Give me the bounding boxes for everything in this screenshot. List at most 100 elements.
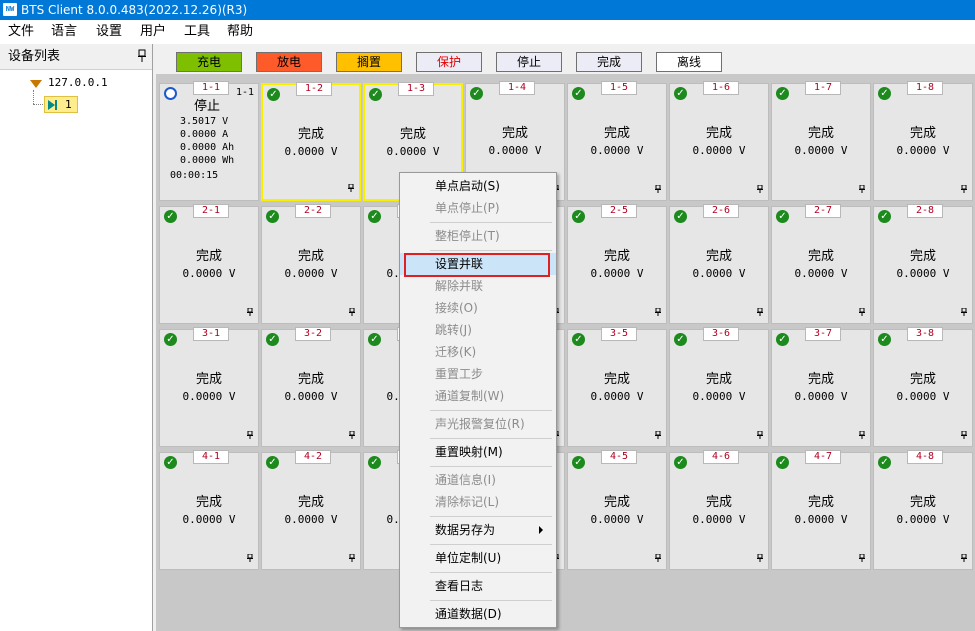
channel-cell-3-8[interactable]: 3-8 ✓ 完成 0.0000 V <box>873 327 973 447</box>
pin-icon[interactable] <box>137 49 147 63</box>
channel-cell-4-6[interactable]: 4-6 ✓ 完成 0.0000 V <box>669 450 769 570</box>
channel-label: 1-1 <box>193 81 229 95</box>
title-bar: NW BTS Client 8.0.0.483(2022.12.26)(R3) <box>0 0 975 20</box>
check-icon: ✓ <box>776 87 789 100</box>
channel-cell-2-1[interactable]: 2-1 ✓ 完成 0.0000 V <box>159 204 259 324</box>
channel-voltage: 0.0000 V <box>794 390 848 403</box>
menu-settings[interactable]: 设置 <box>96 24 122 40</box>
context-menu-item-26[interactable]: 通道数据(D) <box>400 603 556 625</box>
menu-file[interactable]: 文件 <box>8 24 34 40</box>
context-menu-item-24[interactable]: 查看日志 <box>400 575 556 597</box>
check-icon: ✓ <box>368 333 381 346</box>
channel-label: 1-6 <box>703 81 739 95</box>
channel-label: 2-2 <box>295 204 331 218</box>
channel-cell-2-6[interactable]: 2-6 ✓ 完成 0.0000 V <box>669 204 769 324</box>
channel-cell-4-2[interactable]: 4-2 ✓ 完成 0.0000 V <box>261 450 361 570</box>
channel-cell-1-8[interactable]: 1-8 ✓ 完成 0.0000 V <box>873 81 973 201</box>
channel-cell-4-1[interactable]: 4-1 ✓ 完成 0.0000 V <box>159 450 259 570</box>
pin-icon <box>757 430 763 441</box>
channel-status: 完成 <box>807 495 834 510</box>
context-menu-item-8[interactable]: 跳转(J) <box>400 319 556 341</box>
channel-cell-3-5[interactable]: 3-5 ✓ 完成 0.0000 V <box>567 327 667 447</box>
menu-help[interactable]: 帮助 <box>227 24 253 40</box>
menu-item-label: 接续(O) <box>435 301 478 315</box>
channel-cell-1-5[interactable]: 1-5 ✓ 完成 0.0000 V <box>567 81 667 201</box>
pin-icon <box>247 307 253 318</box>
tree-expand-icon[interactable] <box>30 80 42 88</box>
channel-voltage: 0.0000 V <box>284 513 338 526</box>
window-title: BTS Client 8.0.0.483(2022.12.26)(R3) <box>21 3 248 17</box>
tree-device-node[interactable]: 1 <box>44 96 78 113</box>
pin-icon <box>655 553 661 564</box>
menu-separator <box>430 438 552 439</box>
pin-icon <box>349 430 355 441</box>
channel-voltage: 0.0000 V <box>896 144 950 157</box>
context-menu-item-11[interactable]: 通道复制(W) <box>400 385 556 407</box>
menu-language[interactable]: 语言 <box>51 24 77 40</box>
channel-cell-3-2[interactable]: 3-2 ✓ 完成 0.0000 V <box>261 327 361 447</box>
channel-status: 完成 <box>807 249 834 264</box>
context-menu-item-0[interactable]: 单点启动(S) <box>400 175 556 197</box>
check-icon: ✓ <box>674 87 687 100</box>
channel-time: 00:00:15 <box>170 170 219 181</box>
context-menu-item-13[interactable]: 声光报警复位(R) <box>400 413 556 435</box>
tree-ip-node[interactable]: 127.0.0.1 <box>48 76 108 90</box>
check-icon: ✓ <box>266 456 279 469</box>
channel-cell-2-7[interactable]: 2-7 ✓ 完成 0.0000 V <box>771 204 871 324</box>
menu-item-label: 重置工步 <box>435 367 484 381</box>
channel-cell-3-6[interactable]: 3-6 ✓ 完成 0.0000 V <box>669 327 769 447</box>
channel-voltage: 0.0000 V <box>692 267 746 280</box>
context-menu-item-1[interactable]: 单点停止(P) <box>400 197 556 219</box>
context-menu-item-17[interactable]: 通道信息(I) <box>400 469 556 491</box>
menu-item-label: 数据另存为 <box>435 523 496 537</box>
channel-label: 1-5 <box>601 81 637 95</box>
context-menu-item-18[interactable]: 清除标记(L) <box>400 491 556 513</box>
channel-cell-2-2[interactable]: 2-2 ✓ 完成 0.0000 V <box>261 204 361 324</box>
menu-user[interactable]: 用户 <box>140 24 166 40</box>
context-menu-item-3[interactable]: 整柜停止(T) <box>400 225 556 247</box>
channel-cell-1-6[interactable]: 1-6 ✓ 完成 0.0000 V <box>669 81 769 201</box>
channel-cell-4-7[interactable]: 4-7 ✓ 完成 0.0000 V <box>771 450 871 570</box>
context-menu-item-15[interactable]: 重置映射(M) <box>400 441 556 463</box>
channel-label: 4-8 <box>907 450 943 464</box>
channel-voltage: 0.0000 V <box>488 144 542 157</box>
channel-voltage: 0.0000 V <box>590 513 644 526</box>
channel-cell-3-1[interactable]: 3-1 ✓ 完成 0.0000 V <box>159 327 259 447</box>
context-menu-item-9[interactable]: 迁移(K) <box>400 341 556 363</box>
submenu-arrow-icon <box>539 526 543 534</box>
channel-status: 完成 <box>705 126 732 141</box>
pin-icon <box>655 307 661 318</box>
channel-cell-4-5[interactable]: 4-5 ✓ 完成 0.0000 V <box>567 450 667 570</box>
context-menu-item-6[interactable]: 解除并联 <box>400 275 556 297</box>
legend-2: 搁置 <box>336 52 402 72</box>
context-menu-item-22[interactable]: 单位定制(U) <box>400 547 556 569</box>
channel-status: 完成 <box>297 249 324 264</box>
context-menu-item-20[interactable]: 数据另存为 <box>400 519 556 541</box>
channel-cell-2-8[interactable]: 2-8 ✓ 完成 0.0000 V <box>873 204 973 324</box>
legend-5: 完成 <box>576 52 642 72</box>
channel-status: 完成 <box>501 126 528 141</box>
context-menu-item-10[interactable]: 重置工步 <box>400 363 556 385</box>
pin-icon <box>348 183 354 194</box>
pin-icon <box>349 553 355 564</box>
check-icon: ✓ <box>878 333 891 346</box>
context-menu-item-5[interactable]: 设置并联 <box>400 253 556 277</box>
menu-item-label: 迁移(K) <box>435 345 477 359</box>
menu-item-label: 单点停止(P) <box>435 201 500 215</box>
channel-cell-1-1[interactable]: 1-1 1-1 停止 3.5017 V 0.0000 A 0.0000 Ah 0.0000 … <box>159 81 259 201</box>
check-icon: ✓ <box>776 333 789 346</box>
channel-status: 完成 <box>603 249 630 264</box>
check-icon: ✓ <box>470 87 483 100</box>
menu-separator <box>430 250 552 251</box>
context-menu-item-7[interactable]: 接续(O) <box>400 297 556 319</box>
menu-item-label: 整柜停止(T) <box>435 229 500 243</box>
channel-cell-3-7[interactable]: 3-7 ✓ 完成 0.0000 V <box>771 327 871 447</box>
channel-cell-1-2[interactable]: 1-2 ✓ 完成 0.0000 V <box>261 82 361 201</box>
menu-tools[interactable]: 工具 <box>184 24 210 40</box>
app-icon: NW <box>3 3 17 16</box>
channel-cell-1-7[interactable]: 1-7 ✓ 完成 0.0000 V <box>771 81 871 201</box>
check-icon: ✓ <box>164 333 177 346</box>
channel-cell-2-5[interactable]: 2-5 ✓ 完成 0.0000 V <box>567 204 667 324</box>
channel-cell-4-8[interactable]: 4-8 ✓ 完成 0.0000 V <box>873 450 973 570</box>
check-icon: ✓ <box>369 88 382 101</box>
